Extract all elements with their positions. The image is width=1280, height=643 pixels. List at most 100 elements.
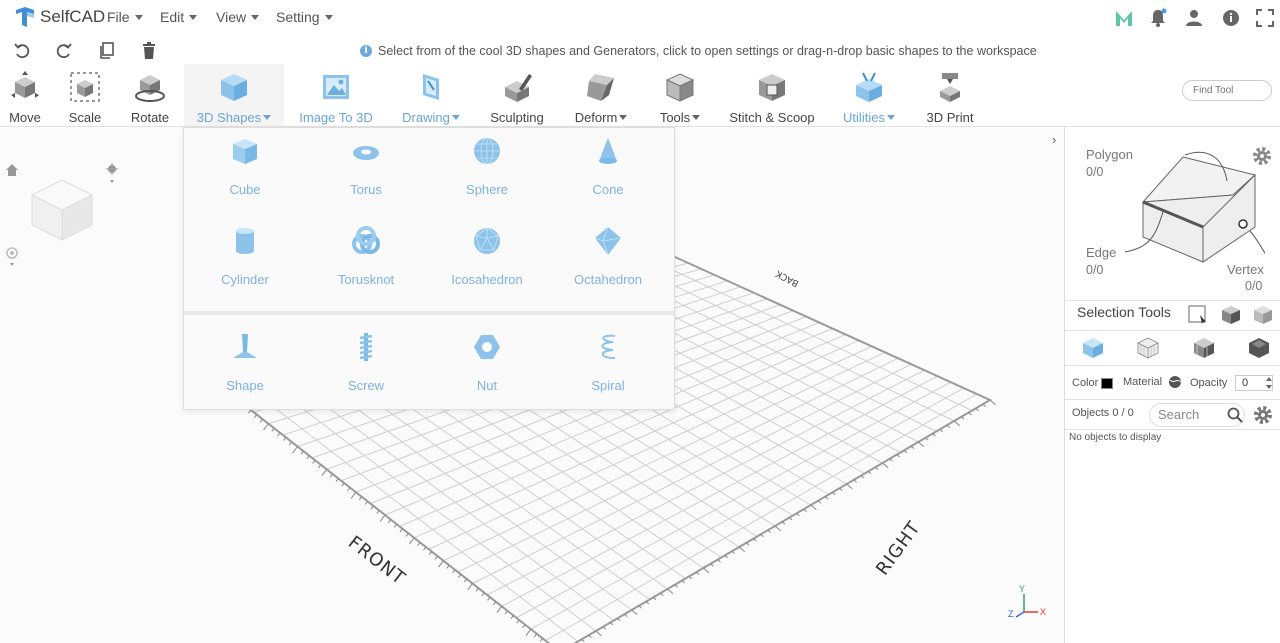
ruler-tick bbox=[408, 537, 415, 545]
shape-cone[interactable]: Cone bbox=[553, 132, 663, 202]
shape-label: Torus bbox=[350, 182, 382, 197]
ruler-tick bbox=[522, 624, 526, 629]
stitch-icon bbox=[759, 74, 785, 101]
ruler-tick bbox=[399, 528, 403, 533]
camera-toggle-icon[interactable] bbox=[105, 163, 119, 185]
ruler-tick bbox=[248, 409, 252, 414]
tool-label: Utilities bbox=[843, 110, 895, 125]
shape-cube[interactable]: Cube bbox=[190, 132, 300, 202]
shape-sphere[interactable]: Sphere bbox=[432, 132, 542, 202]
tool-label-text: Utilities bbox=[843, 110, 885, 125]
tool-move[interactable]: Move bbox=[0, 64, 50, 126]
menu-edit[interactable]: Edit bbox=[160, 9, 198, 25]
select-wire-cube-icon[interactable] bbox=[1252, 305, 1274, 325]
tool-label: Drawing bbox=[402, 110, 460, 125]
ruler-tick bbox=[318, 464, 322, 469]
chevron-down-icon bbox=[251, 14, 260, 20]
ruler-tick bbox=[767, 529, 771, 533]
tool-label: Move bbox=[9, 110, 41, 125]
tool-sculpting[interactable]: Sculpting bbox=[482, 64, 552, 126]
ruler-tick bbox=[667, 588, 674, 595]
generator-screw[interactable]: Screw bbox=[311, 328, 421, 398]
opacity-label: Opacity bbox=[1190, 377, 1228, 389]
find-tool-input[interactable] bbox=[1182, 80, 1272, 101]
shape-label: Sphere bbox=[466, 182, 508, 197]
menu-file[interactable]: File bbox=[107, 9, 143, 25]
shape-generator-icon bbox=[233, 334, 257, 358]
box-select-icon[interactable] bbox=[1188, 305, 1208, 325]
info-icon[interactable] bbox=[1221, 8, 1241, 28]
app-logo[interactable]: SelfCAD bbox=[14, 5, 105, 29]
objects-settings-gear-icon[interactable] bbox=[1252, 404, 1274, 426]
home-view-icon[interactable] bbox=[5, 163, 19, 177]
tool-3d-shapes[interactable]: 3D Shapes bbox=[184, 64, 284, 126]
tool-stitch-scoop[interactable]: Stitch & Scoop bbox=[726, 64, 818, 126]
vertex-mode-icon[interactable] bbox=[1248, 337, 1270, 359]
divider bbox=[1065, 399, 1280, 400]
trash-icon[interactable] bbox=[139, 41, 159, 61]
ruler-tick bbox=[277, 432, 281, 437]
menu-view[interactable]: View bbox=[216, 9, 260, 25]
search-icon[interactable] bbox=[1227, 407, 1243, 423]
shape-torus[interactable]: Torus bbox=[311, 132, 421, 202]
ruler-tick bbox=[452, 569, 456, 574]
ruler-tick bbox=[288, 441, 293, 446]
nut-icon bbox=[474, 335, 500, 359]
ruler-tick bbox=[961, 416, 965, 420]
tool-tools[interactable]: Tools bbox=[650, 64, 710, 126]
vertex-count: 0/0 bbox=[1245, 279, 1263, 293]
user-profile-icon[interactable] bbox=[1184, 8, 1204, 28]
fullscreen-icon[interactable] bbox=[1255, 8, 1275, 28]
tool-image-to-3d[interactable]: Image To 3D bbox=[296, 64, 376, 126]
perspective-icon[interactable] bbox=[5, 247, 19, 269]
undo-icon[interactable] bbox=[12, 41, 32, 61]
ruler-tick bbox=[968, 412, 972, 416]
menu-setting-label: Setting bbox=[276, 9, 320, 25]
redo-icon[interactable] bbox=[54, 41, 74, 61]
selection-mode-cube[interactable] bbox=[1115, 147, 1265, 267]
tool-scale[interactable]: Scale bbox=[60, 64, 110, 126]
ruler-tick bbox=[867, 471, 872, 475]
generator-nut[interactable]: Nut bbox=[432, 328, 542, 398]
shape-icosahedron[interactable]: Icosahedron bbox=[432, 222, 542, 292]
shape-octahedron[interactable]: Octahedron bbox=[553, 222, 663, 292]
select-cube-icon[interactable] bbox=[1220, 305, 1242, 325]
material-icon[interactable] bbox=[1167, 375, 1183, 389]
generator-shape[interactable]: Shape bbox=[190, 328, 300, 398]
drawing-icon bbox=[423, 74, 439, 100]
tool-deform[interactable]: Deform bbox=[566, 64, 636, 126]
collapse-panel-icon[interactable]: › bbox=[1052, 132, 1056, 147]
chevron-down-icon bbox=[324, 14, 333, 20]
color-swatch[interactable] bbox=[1101, 378, 1113, 389]
divider bbox=[1065, 330, 1280, 331]
edge-mode-icon[interactable] bbox=[1193, 337, 1215, 359]
chevron-down-icon bbox=[263, 115, 272, 120]
tool-3d-print[interactable]: 3D Print bbox=[920, 64, 980, 126]
tool-drawing[interactable]: Drawing bbox=[396, 64, 466, 126]
ruler-tick bbox=[753, 538, 757, 542]
copy-icon[interactable] bbox=[97, 41, 117, 61]
tool-utilities[interactable]: Utilities bbox=[836, 64, 902, 126]
ruler-tick bbox=[370, 505, 374, 510]
hint-bar: i Select from of the cool 3D shapes and … bbox=[360, 44, 1037, 58]
ruler-tick bbox=[463, 578, 468, 583]
selfcad-logo-icon bbox=[16, 7, 34, 27]
opacity-stepper-icon[interactable] bbox=[1265, 376, 1273, 390]
shape-cylinder[interactable]: Cylinder bbox=[190, 222, 300, 292]
torusknot-icon bbox=[352, 226, 380, 254]
main-toolbar: Move Scale Rotate 3D Shapes Image To 3D … bbox=[0, 64, 1280, 127]
tool-rotate[interactable]: Rotate bbox=[124, 64, 176, 126]
ruler-tick bbox=[283, 437, 287, 441]
shape-label: Shape bbox=[226, 378, 264, 393]
object-mode-icon[interactable] bbox=[1082, 337, 1104, 359]
shape-torusknot[interactable]: Torusknot bbox=[311, 222, 421, 292]
ruler-tick bbox=[539, 637, 543, 642]
ruler-tick bbox=[817, 500, 822, 504]
color-label: Color bbox=[1072, 377, 1099, 389]
m-logo-icon[interactable] bbox=[1114, 8, 1134, 28]
menu-setting[interactable]: Setting bbox=[276, 9, 333, 25]
ruler-tick bbox=[839, 487, 843, 491]
face-mode-icon[interactable] bbox=[1137, 337, 1159, 359]
notification-bell-icon[interactable] bbox=[1148, 8, 1168, 28]
generator-spiral[interactable]: Spiral bbox=[553, 328, 663, 398]
